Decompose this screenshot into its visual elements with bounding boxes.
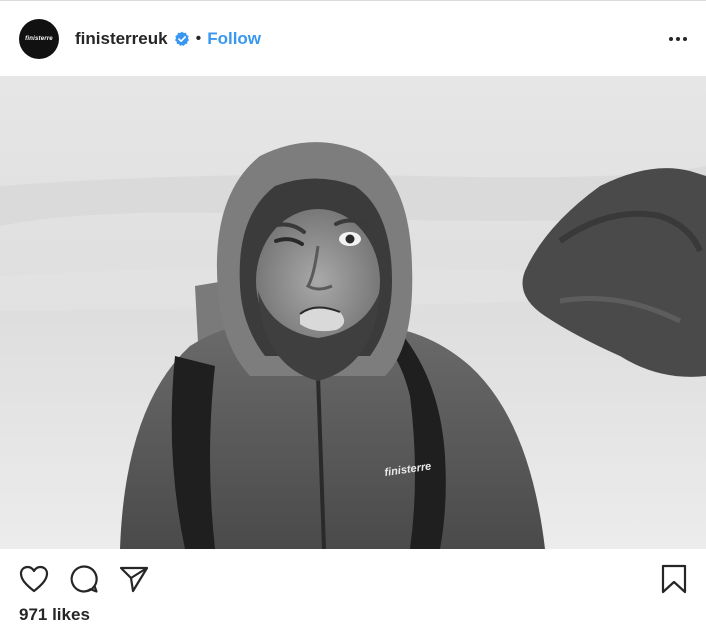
share-paper-plane-icon[interactable] — [118, 563, 150, 595]
separator-dot: • — [195, 30, 202, 47]
avatar[interactable]: finisterre — [19, 19, 59, 59]
like-heart-icon[interactable] — [18, 563, 50, 595]
more-options-icon[interactable] — [668, 29, 688, 49]
verified-icon — [174, 31, 190, 47]
user-row: finisterreuk • Follow — [75, 28, 261, 50]
save-bookmark-icon[interactable] — [658, 563, 690, 595]
action-bar — [0, 549, 706, 607]
instagram-post: finisterre finisterreuk • Follow finiste… — [0, 0, 706, 636]
post-photo[interactable]: finisterre — [0, 76, 706, 549]
avatar-logo-text: finisterre — [25, 36, 53, 42]
comment-bubble-icon[interactable] — [68, 563, 100, 595]
username[interactable]: finisterreuk — [75, 29, 168, 49]
post-header: finisterre finisterreuk • Follow — [0, 1, 706, 76]
follow-button[interactable]: Follow — [207, 29, 261, 49]
likes-count[interactable]: 971 likes — [19, 605, 90, 625]
